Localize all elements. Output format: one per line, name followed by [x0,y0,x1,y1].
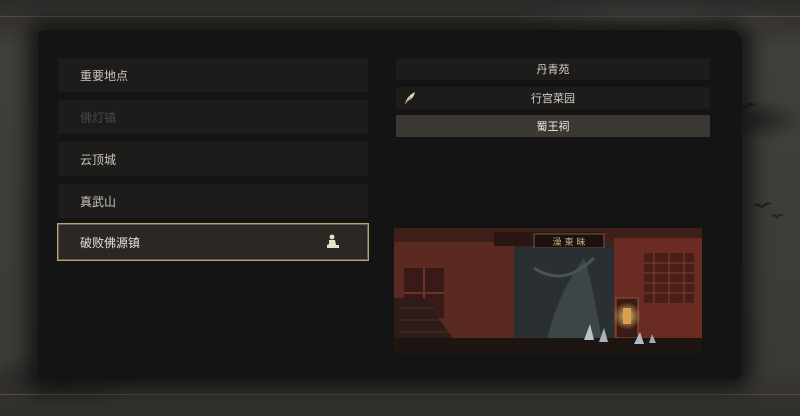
location-preview-image: 澡 東 昧 [394,228,702,354]
region-item-zhenwu-mountain[interactable]: 真武山 [58,184,368,218]
sublocation-item-palace-vegetable-garden[interactable]: 行宫菜园 [396,87,710,109]
bottom-divider [0,394,800,395]
sublocation-label: 蜀王祠 [536,120,570,133]
region-label: 佛灯镇 [80,110,117,125]
region-label: 重要地点 [80,68,129,83]
sublocation-item-danqing-garden[interactable]: 丹青苑 [396,58,710,80]
region-label: 真武山 [80,194,117,209]
bird-icon [752,202,772,209]
region-item-important-places[interactable]: 重要地点 [58,58,368,92]
seated-figure-icon [327,234,339,248]
region-label: 云顶城 [80,152,117,167]
sublocation-label: 行宫菜园 [531,92,575,105]
sublocation-item-shu-king-shrine[interactable]: 蜀王祠 [396,115,710,137]
region-label: 破败佛源镇 [80,235,141,250]
region-item-ruined-foyuan-town[interactable]: 破败佛源镇 [57,223,369,261]
sublocation-label: 丹青苑 [536,63,570,76]
top-divider [0,16,800,17]
region-item-locked[interactable]: 佛灯镇 [58,100,368,134]
bird-icon [770,213,784,219]
shrine-scene-illustration: 澡 東 昧 [394,228,702,354]
region-item-yunding-city[interactable]: 云顶城 [58,142,368,176]
plaque-text: 澡 東 昧 [553,236,586,248]
feather-icon [404,92,415,105]
